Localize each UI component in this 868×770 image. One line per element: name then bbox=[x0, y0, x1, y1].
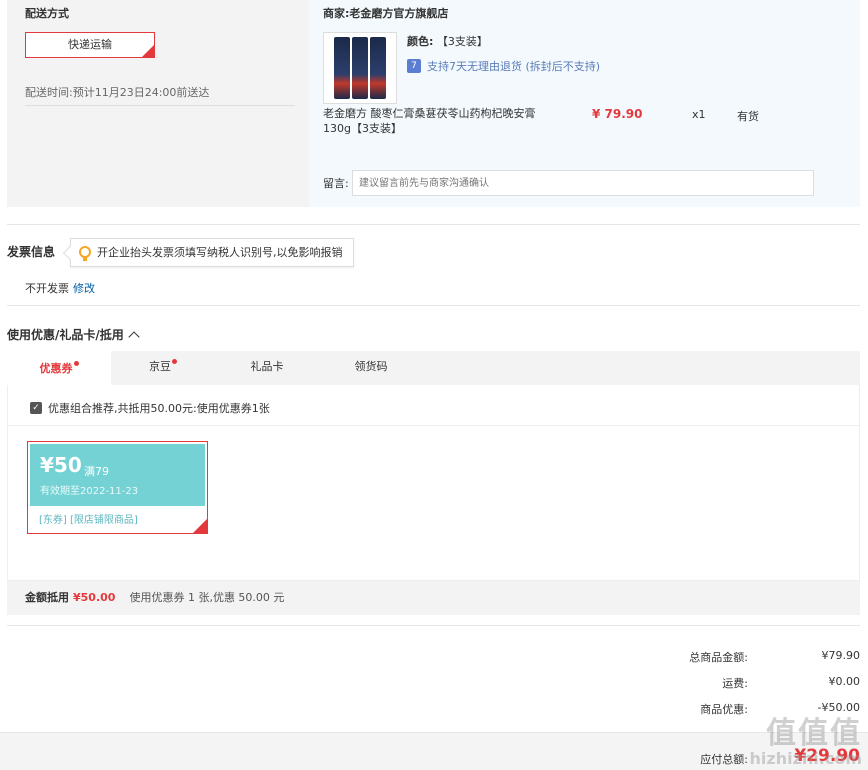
divider bbox=[7, 305, 860, 306]
product-tube-graphic bbox=[334, 37, 350, 99]
product-color: 颜色: 【3支装】 bbox=[407, 33, 488, 49]
coupon-amount: ¥50 bbox=[40, 453, 82, 477]
coupon-summary-desc: 使用优惠券 1 张,优惠 50.00 元 bbox=[129, 591, 285, 604]
shipping-panel: 配送方式 快递运输 配送时间:预计11月23日24:00前送达 bbox=[7, 0, 309, 207]
coupon-card[interactable]: ¥50 满79 有效期至2022-11-23 [东券] [限店铺限商品] bbox=[27, 441, 208, 534]
seller-message-input[interactable] bbox=[352, 170, 814, 196]
shipping-method-button[interactable]: 快递运输 bbox=[25, 32, 155, 58]
shipping-title: 配送方式 bbox=[25, 7, 69, 20]
discount-value: -¥50.00 bbox=[817, 701, 860, 714]
divider bbox=[8, 425, 859, 426]
notification-dot bbox=[172, 359, 177, 364]
coupon-panel: ✓ 优惠组合推荐,共抵用50.00元:使用优惠券1张 ¥50 满79 有效期至2… bbox=[7, 385, 860, 581]
selected-check-icon bbox=[193, 519, 207, 533]
total-goods-value: ¥79.90 bbox=[821, 649, 861, 662]
product-price: ¥ 79.90 bbox=[592, 107, 643, 121]
watermark-glyphs: 值值值 bbox=[766, 716, 862, 751]
color-value: 【3支装】 bbox=[436, 35, 488, 48]
chevron-up-icon bbox=[128, 330, 140, 343]
tab-label: 领货码 bbox=[354, 360, 388, 373]
coupon-summary: 金额抵用 ¥50.00 使用优惠券 1 张,优惠 50.00 元 bbox=[7, 581, 860, 615]
freight-label: 运费: bbox=[722, 677, 748, 690]
coupon-summary-label: 金额抵用 bbox=[25, 591, 69, 604]
freight-value: ¥0.00 bbox=[828, 675, 861, 688]
tab-coupons[interactable]: 优惠券 bbox=[7, 351, 111, 385]
product-tube-graphic bbox=[370, 37, 386, 99]
color-label: 颜色: bbox=[407, 35, 434, 48]
divider bbox=[7, 224, 860, 225]
coupon-tags: [东券] [限店铺限商品] bbox=[39, 515, 138, 526]
watermark-url: hizhizhi.com bbox=[749, 749, 862, 768]
tab-jingdou[interactable]: 京豆 bbox=[111, 351, 215, 385]
invoice-title: 发票信息 bbox=[7, 245, 56, 259]
coupon-section-title: 使用优惠/礼品卡/抵用 bbox=[7, 328, 124, 342]
return-policy-text: 支持7天无理由退货 (拆封后不支持) bbox=[427, 60, 601, 73]
invoice-tip: 开企业抬头发票须填写纳税人识别号,以免影响报销 bbox=[62, 238, 354, 267]
invoice-edit-link[interactable]: 修改 bbox=[73, 282, 95, 295]
tab-gift-card[interactable]: 礼品卡 bbox=[215, 351, 319, 385]
coupon-condition: 满79 bbox=[84, 465, 109, 478]
tooltip-arrow bbox=[62, 245, 78, 261]
product-image[interactable] bbox=[323, 32, 397, 104]
freight-row: 运费: ¥0.00 bbox=[628, 675, 860, 691]
checkbox-checked-icon[interactable]: ✓ bbox=[30, 402, 42, 414]
selected-check-icon bbox=[142, 45, 154, 57]
product-name[interactable]: 老金磨方 酸枣仁膏桑葚茯苓山药枸杞晚安膏130g【3支装】 bbox=[323, 106, 543, 136]
invoice-status: 不开发票 bbox=[25, 282, 69, 295]
total-goods-row: 总商品金额: ¥79.90 bbox=[628, 649, 860, 665]
delivery-time-value: 预计11月23日24:00前送达 bbox=[72, 86, 210, 99]
delivery-time: 配送时间:预计11月23日24:00前送达 bbox=[25, 84, 209, 100]
total-goods-label: 总商品金额: bbox=[689, 651, 748, 664]
shop-panel: 商家:老金磨方官方旗舰店 颜色: 【3支装】 7 支持7天无理由退货 (拆封后不… bbox=[309, 0, 860, 207]
watermark: 值值值 hizhizhi.com bbox=[749, 716, 862, 769]
invoice-value: 不开发票 修改 bbox=[25, 280, 95, 296]
tab-label: 优惠券 bbox=[39, 362, 73, 375]
discount-label: 商品优惠: bbox=[700, 703, 748, 716]
product-quantity: x1 bbox=[692, 108, 706, 121]
return-policy: 7 支持7天无理由退货 (拆封后不支持) bbox=[407, 58, 600, 74]
divider bbox=[7, 625, 860, 626]
combo-recommendation[interactable]: ✓ 优惠组合推荐,共抵用50.00元:使用优惠券1张 bbox=[30, 400, 270, 416]
shipping-method-label: 快递运输 bbox=[68, 38, 112, 51]
payable-bar: 应付总额: ¥29.90 bbox=[0, 732, 868, 770]
return-policy-icon: 7 bbox=[407, 59, 421, 73]
tab-redeem-code[interactable]: 领货码 bbox=[319, 351, 423, 385]
discount-row: 商品优惠: -¥50.00 bbox=[628, 701, 860, 717]
payable-label: 应付总额: bbox=[700, 753, 748, 766]
tab-label: 礼品卡 bbox=[250, 360, 284, 373]
delivery-time-label: 配送时间: bbox=[25, 86, 73, 99]
lightbulb-icon bbox=[79, 246, 91, 261]
coupon-face: ¥50 满79 有效期至2022-11-23 bbox=[30, 444, 205, 506]
coupon-expiry: 有效期至2022-11-23 bbox=[40, 486, 139, 497]
shipping-section: 配送方式 快递运输 配送时间:预计11月23日24:00前送达 商家:老金磨方官… bbox=[7, 0, 860, 207]
message-label: 留言: bbox=[323, 177, 349, 190]
notification-dot bbox=[73, 361, 79, 366]
coupon-summary-amount: ¥50.00 bbox=[73, 591, 116, 604]
coupon-section-toggle[interactable]: 使用优惠/礼品卡/抵用 bbox=[7, 326, 140, 343]
tab-label: 京豆 bbox=[149, 360, 171, 373]
seller-name: 商家:老金磨方官方旗舰店 bbox=[323, 7, 449, 20]
product-tube-graphic bbox=[352, 37, 368, 99]
stock-status: 有货 bbox=[737, 110, 759, 123]
coupon-tabs: 优惠券 京豆 礼品卡 领货码 bbox=[7, 351, 860, 385]
combo-text: 优惠组合推荐,共抵用50.00元:使用优惠券1张 bbox=[48, 402, 270, 415]
invoice-tip-text: 开企业抬头发票须填写纳税人识别号,以免影响报销 bbox=[97, 246, 343, 259]
divider bbox=[25, 105, 295, 106]
